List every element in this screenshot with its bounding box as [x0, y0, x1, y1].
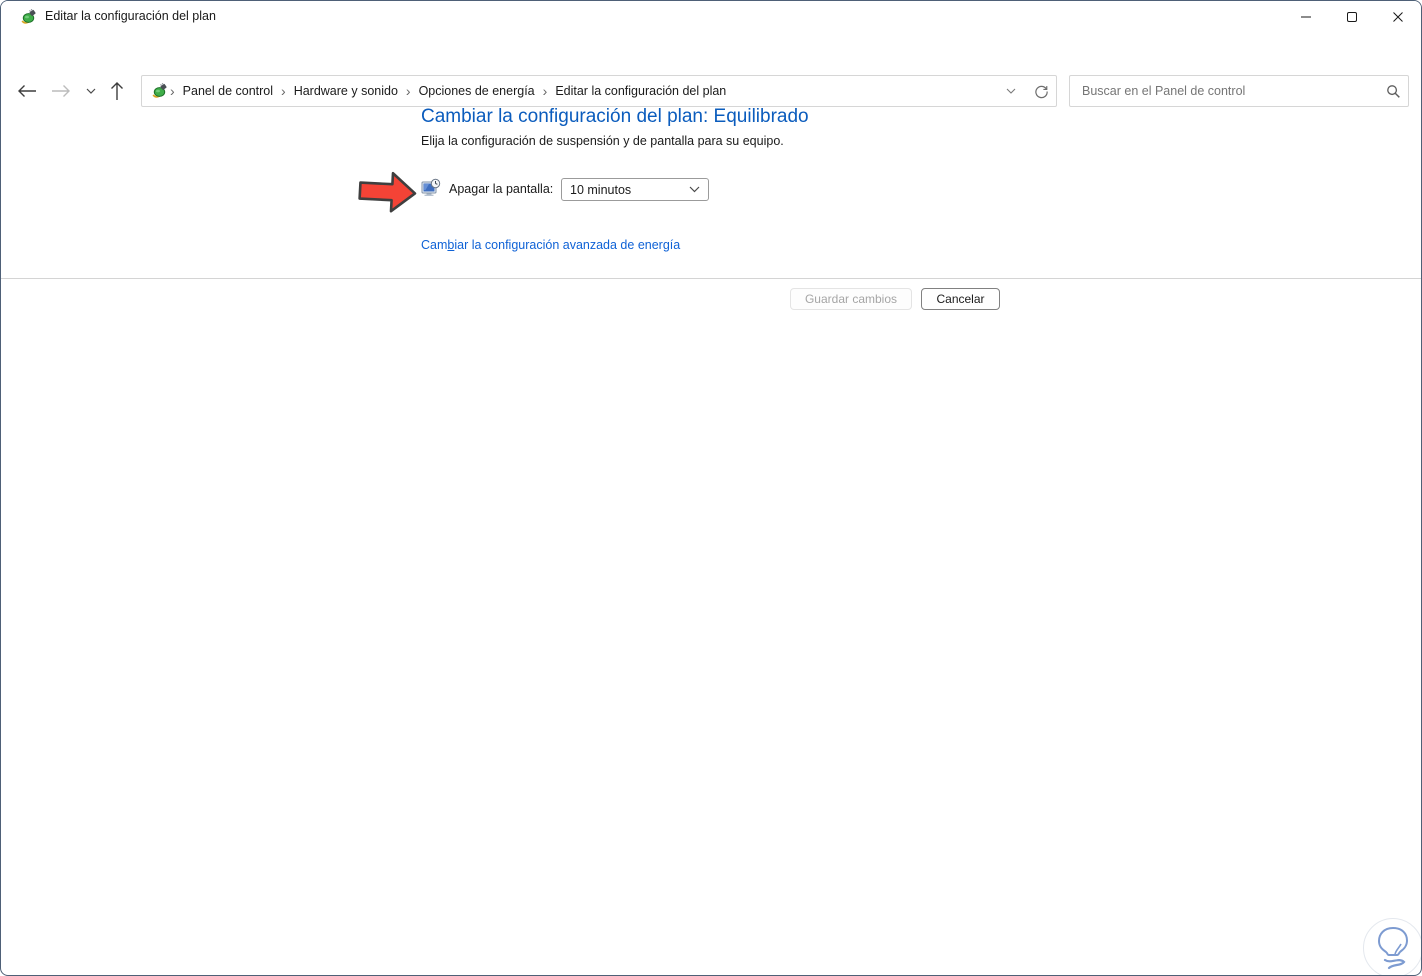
- content-divider: [1, 278, 1421, 279]
- chevron-down-icon: [1006, 88, 1016, 94]
- close-icon: [1393, 12, 1403, 22]
- up-button[interactable]: [105, 79, 129, 103]
- breadcrumb-separator[interactable]: ›: [168, 84, 177, 98]
- breadcrumb-item-opciones-de-energia[interactable]: Opciones de energía: [413, 84, 541, 98]
- lightbulb-icon: [1378, 927, 1408, 970]
- power-plan-icon: [21, 8, 37, 25]
- magnifier-icon[interactable]: [1378, 84, 1408, 99]
- address-dropdown-button[interactable]: [996, 77, 1026, 105]
- power-plan-icon: [152, 82, 168, 99]
- forward-button[interactable]: [49, 79, 73, 103]
- title-bar: Editar la configuración del plan: [1, 1, 1421, 33]
- maximize-button[interactable]: [1329, 1, 1375, 33]
- window-title: Editar la configuración del plan: [45, 9, 216, 23]
- screen-timeout-value: 10 minutos: [570, 182, 632, 197]
- address-bar[interactable]: › Panel de control › Hardware y sonido ›…: [141, 75, 1057, 107]
- minimize-button[interactable]: [1283, 1, 1329, 33]
- maximize-icon: [1347, 12, 1357, 22]
- breadcrumb-item-panel-de-control[interactable]: Panel de control: [177, 84, 279, 98]
- navigation-bar: › Panel de control › Hardware y sonido ›…: [1, 33, 1421, 107]
- breadcrumb-separator[interactable]: ›: [279, 84, 288, 98]
- display-clock-icon: [421, 178, 441, 198]
- screen-timeout-label: Apagar la pantalla:: [449, 182, 554, 196]
- refresh-icon: [1034, 85, 1048, 98]
- screen-timeout-select[interactable]: 10 minutos: [561, 178, 709, 201]
- search-box: [1069, 75, 1409, 107]
- back-button[interactable]: [15, 79, 39, 103]
- recent-locations-button[interactable]: [79, 79, 103, 103]
- advanced-power-settings-link[interactable]: Cambiar la configuración avanzada de ene…: [421, 238, 680, 252]
- link-text-pre: Cam: [421, 238, 448, 252]
- breadcrumb-separator[interactable]: ›: [404, 84, 413, 98]
- window-controls: [1283, 1, 1421, 33]
- link-text-post: iar la configuración avanzada de energía: [454, 238, 681, 252]
- arrow-up-icon: [111, 82, 123, 100]
- page-subtitle: Elija la configuración de suspensión y d…: [421, 134, 784, 148]
- chevron-down-icon: [689, 186, 708, 193]
- minimize-icon: [1301, 16, 1311, 18]
- lightbulb-watermark: [1363, 918, 1421, 975]
- close-button[interactable]: [1375, 1, 1421, 33]
- page-title: Cambiar la configuración del plan: Equil…: [421, 106, 809, 127]
- breadcrumb-separator[interactable]: ›: [541, 84, 550, 98]
- search-input[interactable]: [1070, 84, 1378, 98]
- arrow-right-icon: [52, 85, 70, 97]
- breadcrumb-item-editar-configuracion[interactable]: Editar la configuración del plan: [549, 84, 732, 98]
- arrow-left-icon: [18, 85, 36, 97]
- red-pointer-arrow: [358, 171, 417, 213]
- refresh-button[interactable]: [1026, 77, 1056, 105]
- chevron-down-icon: [86, 88, 96, 94]
- control-panel-window: Editar la configuración del plan › Panel…: [0, 0, 1422, 976]
- cancel-button[interactable]: Cancelar: [921, 288, 1000, 310]
- breadcrumb-item-hardware-y-sonido[interactable]: Hardware y sonido: [288, 84, 404, 98]
- save-changes-button[interactable]: Guardar cambios: [790, 288, 912, 310]
